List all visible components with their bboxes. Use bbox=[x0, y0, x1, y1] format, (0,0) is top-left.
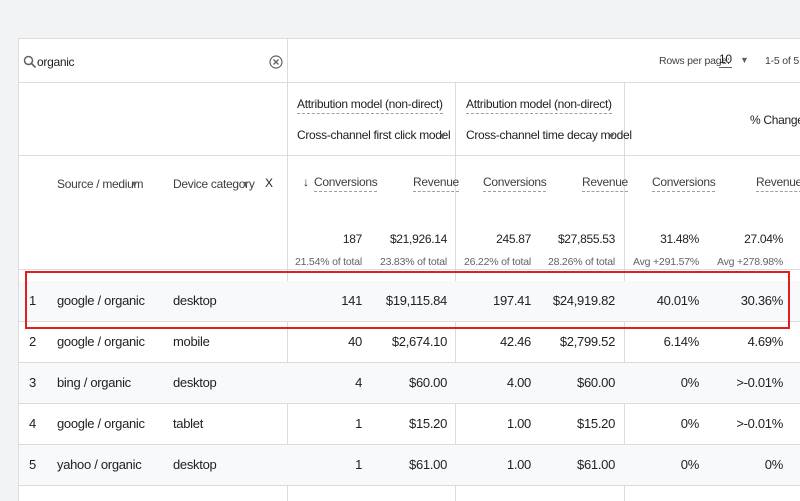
total-m1-conversions-sub: 21.54% of total bbox=[294, 256, 362, 268]
row-index: 4 bbox=[29, 416, 36, 431]
pagination-range: 1-5 of 5 bbox=[765, 55, 800, 67]
row-m2-revenue: $60.00 bbox=[577, 375, 615, 390]
row-pc-conversions: 0% bbox=[680, 416, 700, 431]
m2-conversions-header[interactable]: Conversions bbox=[483, 175, 547, 192]
row-m2-conversions: 1.00 bbox=[506, 416, 531, 431]
row-m2-conversions: 1.00 bbox=[506, 457, 531, 472]
row-source-medium: google / organic bbox=[57, 416, 145, 431]
row-pc-conversions: 0% bbox=[680, 457, 700, 472]
sort-descending-icon[interactable]: ↓ bbox=[303, 175, 309, 189]
row-m2-revenue: $61.00 bbox=[577, 457, 615, 472]
total-m2-conversions-sub: 26.22% of total bbox=[463, 256, 531, 268]
total-pc-revenue-sub: Avg +278.98% bbox=[716, 256, 783, 268]
row-index: 3 bbox=[29, 375, 36, 390]
search-input[interactable]: organic bbox=[37, 55, 75, 69]
attribution-model-label-1: Attribution model (non-direct) bbox=[297, 97, 443, 114]
attribution-model-label-2: Attribution model (non-direct) bbox=[466, 97, 612, 114]
search-icon bbox=[23, 55, 37, 69]
total-pc-revenue: 27.04% bbox=[744, 232, 783, 246]
model-2-caret-icon[interactable]: ▼ bbox=[607, 131, 616, 141]
report-table-card: organic Rows per page: 10 ▼ 1-5 of 5 Att… bbox=[18, 38, 800, 501]
row-m1-conversions: 4 bbox=[355, 375, 362, 390]
row-pc-revenue: >-0.01% bbox=[736, 375, 783, 390]
row-device-category: desktop bbox=[173, 375, 217, 390]
table-row[interactable]: 3 bing / organic desktop 4 $60.00 4.00 $60.00 0… bbox=[19, 363, 800, 404]
percent-change-header: % Change bbox=[750, 113, 800, 127]
row-m1-conversions: 1 bbox=[355, 457, 362, 472]
total-m1-conversions: 187 bbox=[342, 232, 362, 246]
m1-conversions-header[interactable]: Conversions bbox=[314, 175, 378, 192]
total-pc-conversions-sub: Avg +291.57% bbox=[632, 256, 699, 268]
total-m1-revenue-sub: 23.83% of total bbox=[379, 256, 447, 268]
total-pc-conversions: 31.48% bbox=[660, 232, 699, 246]
total-m2-revenue: $27,855.53 bbox=[557, 232, 615, 246]
row-index: 5 bbox=[29, 457, 36, 472]
clear-search-icon[interactable] bbox=[269, 55, 283, 69]
row-m1-revenue: $61.00 bbox=[409, 457, 447, 472]
table-row[interactable]: 5 yahoo / organic desktop 1 $61.00 1.00 $61.00… bbox=[19, 445, 800, 486]
total-m1-revenue: $21,926.14 bbox=[389, 232, 447, 246]
attribution-model-select-1[interactable]: Cross-channel first click model bbox=[297, 128, 451, 142]
total-m2-conversions: 245.87 bbox=[496, 232, 531, 246]
row-m2-conversions: 4.00 bbox=[506, 375, 531, 390]
m2-revenue-header[interactable]: Revenue bbox=[582, 175, 628, 192]
row-pc-conversions: 0% bbox=[680, 375, 700, 390]
row-device-category: tablet bbox=[173, 416, 204, 431]
m1-revenue-header[interactable]: Revenue bbox=[413, 175, 459, 192]
row-source-medium: bing / organic bbox=[57, 375, 131, 390]
source-medium-caret-icon[interactable]: ▼ bbox=[130, 179, 139, 189]
row-m1-revenue: $15.20 bbox=[409, 416, 447, 431]
table-row[interactable]: 4 google / organic tablet 1 $15.20 1.00 $15.20… bbox=[19, 404, 800, 445]
row-source-medium: yahoo / organic bbox=[57, 457, 142, 472]
total-m2-revenue-sub: 28.26% of total bbox=[547, 256, 615, 268]
model-1-caret-icon[interactable]: ▼ bbox=[438, 131, 447, 141]
row-m1-revenue: $60.00 bbox=[409, 375, 447, 390]
device-category-caret-icon[interactable]: ▼ bbox=[241, 179, 250, 189]
row-m2-revenue: $15.20 bbox=[577, 416, 615, 431]
row-m1-conversions: 1 bbox=[355, 416, 362, 431]
row-pc-revenue: >-0.01% bbox=[736, 416, 783, 431]
highlight-box bbox=[25, 271, 790, 329]
row-device-category: desktop bbox=[173, 457, 217, 472]
pc-revenue-header[interactable]: Revenue bbox=[756, 175, 800, 192]
remove-dimension-button[interactable]: X bbox=[265, 176, 273, 190]
rows-per-page-caret-icon[interactable]: ▼ bbox=[740, 55, 749, 65]
pc-conversions-header[interactable]: Conversions bbox=[652, 175, 716, 192]
row-pc-revenue: 0% bbox=[764, 457, 784, 472]
rows-per-page-select[interactable]: 10 bbox=[719, 52, 732, 68]
